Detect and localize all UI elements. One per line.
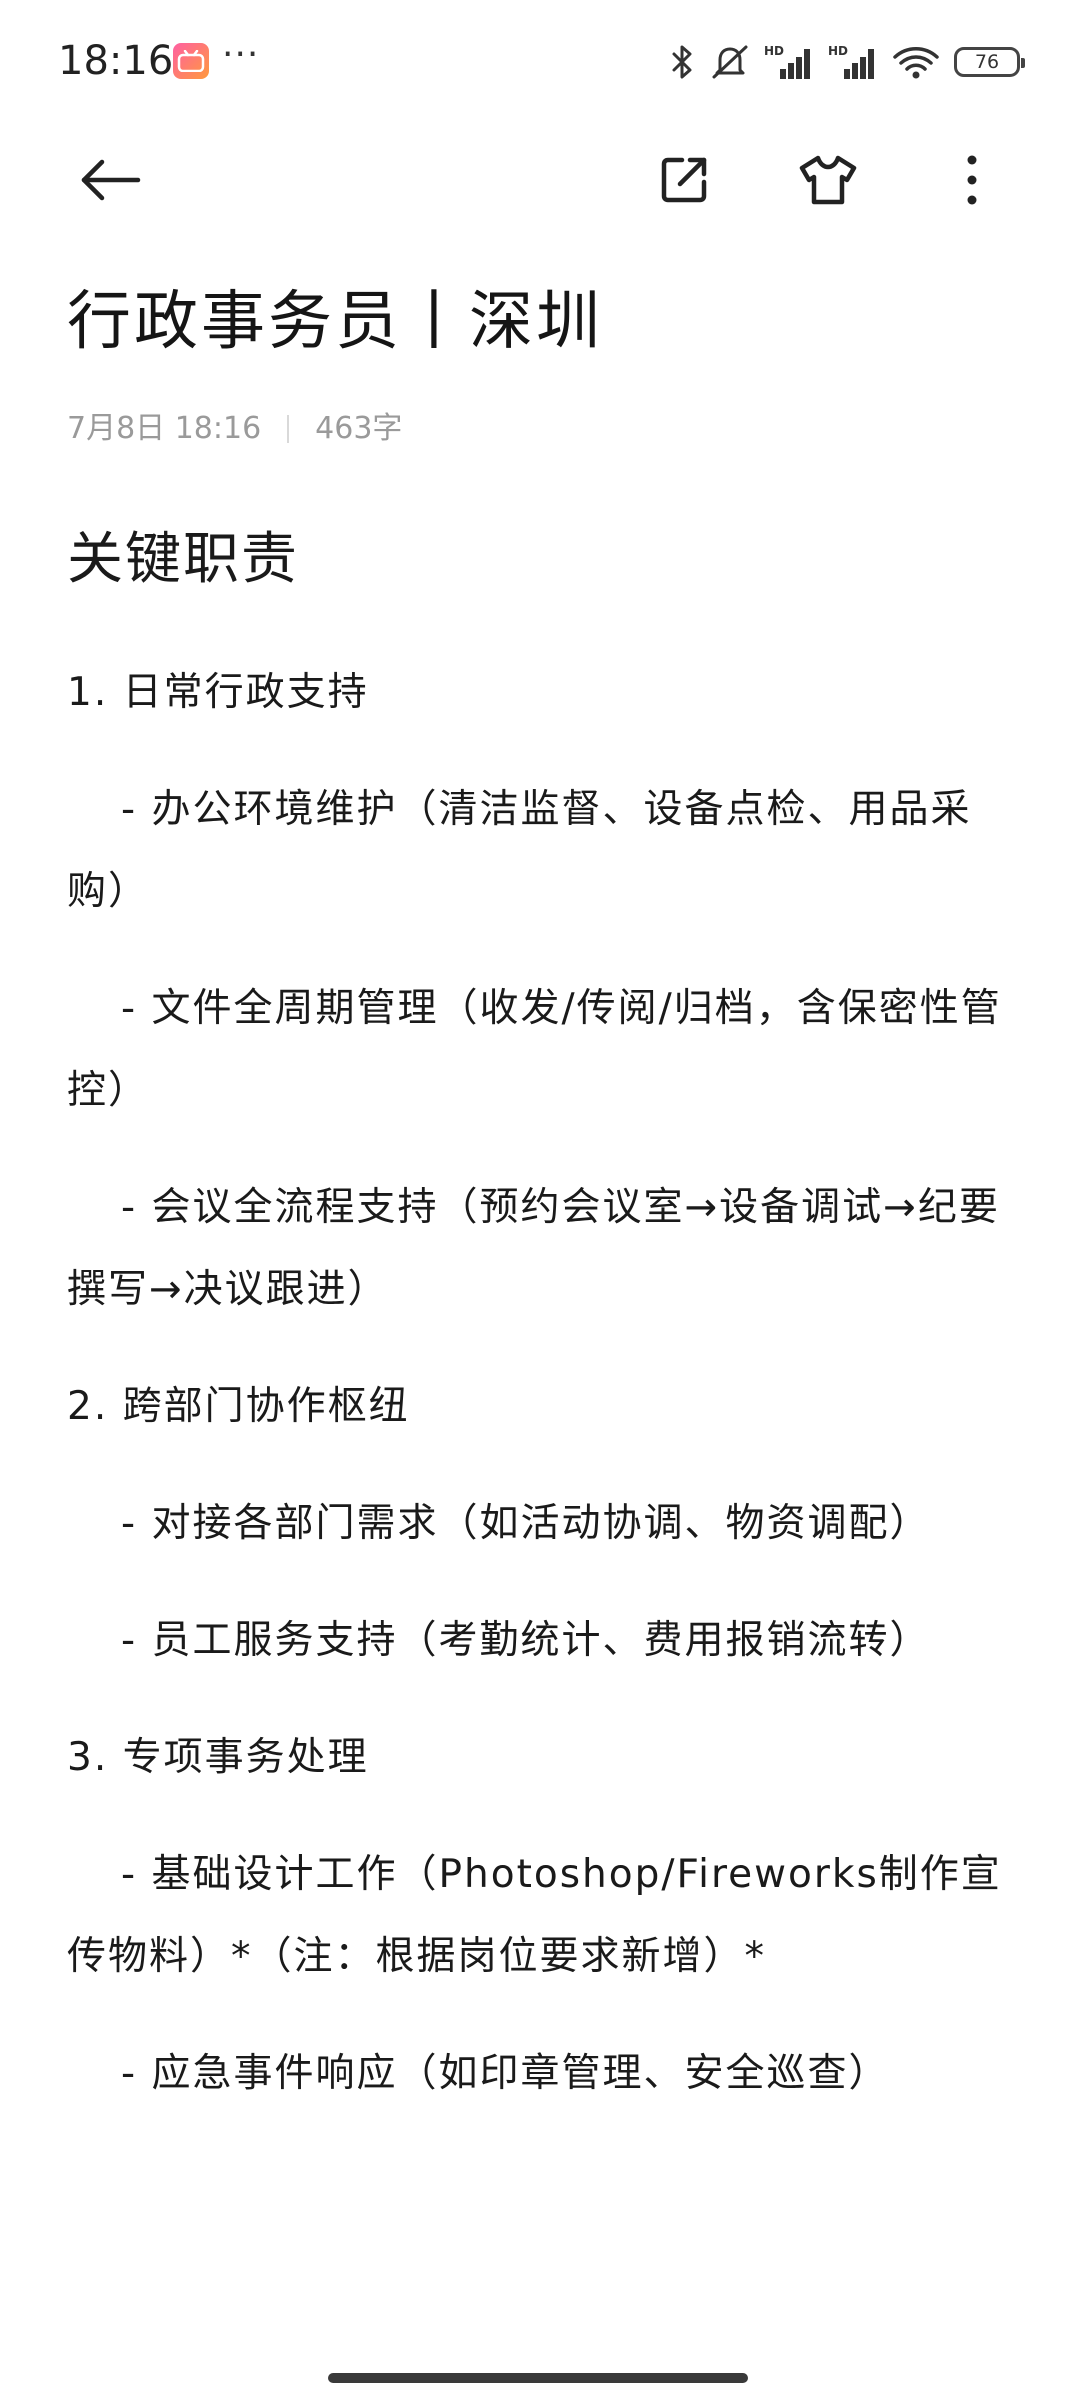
list-item: 3. 专项事务处理 [67, 1735, 369, 1780]
shirt-icon [799, 155, 857, 205]
list-item: - 应急事件响应（如印章管理、安全巡查） [121, 2051, 890, 2096]
list-item: - 办公环境维护（清洁监督、设备点检、用品采购） [67, 787, 972, 914]
arrow-left-icon [81, 159, 141, 201]
note-meta: 7月8日 18:16 463字 [67, 405, 402, 453]
bluetooth-icon [672, 45, 692, 79]
section-heading: 关键职责 [67, 527, 299, 592]
note-word-count: 463字 [315, 411, 403, 446]
back-button[interactable] [72, 142, 148, 218]
meta-divider [287, 415, 290, 443]
more-vertical-icon [967, 155, 977, 205]
list-item: - 会议全流程支持（预约会议室→设备调试→纪要撰写→决议跟进） [67, 1185, 1000, 1312]
signal-hd-2-icon: HD [828, 44, 874, 79]
battery-icon: 76 [954, 47, 1025, 77]
list-item: - 基础设计工作（Photoshop/Fireworks制作宣传物料）*（注：根… [67, 1852, 1002, 1979]
list-item: - 对接各部门需求（如活动协调、物资调配） [121, 1501, 931, 1546]
wifi-icon [893, 47, 939, 79]
list-item: - 员工服务支持（考勤统计、费用报销流转） [121, 1618, 931, 1663]
list-item: - 文件全周期管理（收发/传阅/归档，含保密性管控） [67, 986, 1002, 1113]
note-body[interactable]: 关键职责 1. 日常行政支持 - 办公环境维护（清洁监督、设备点检、用品采购） … [67, 520, 1013, 2150]
tv-icon [177, 50, 205, 72]
more-menu-button[interactable] [934, 142, 1010, 218]
note-date: 7月8日 18:16 [67, 411, 262, 446]
list-item: 1. 日常行政支持 [67, 670, 369, 715]
note-title[interactable]: 行政事务员丨深圳 [67, 278, 603, 366]
status-time: 18:16 [58, 38, 174, 84]
notification-more-icon: ··· [222, 34, 260, 75]
signal-hd-1-icon: HD [764, 44, 810, 79]
toolbar [0, 130, 1080, 230]
status-bar: 18:16 ··· HD HD 76 [0, 0, 1080, 124]
battery-level: 76 [974, 51, 1000, 73]
mute-icon [712, 45, 748, 79]
list-item: 2. 跨部门协作枢纽 [67, 1384, 410, 1429]
theme-button[interactable] [790, 142, 866, 218]
share-button[interactable] [646, 142, 722, 218]
share-icon [661, 157, 707, 203]
svg-text:HD: HD [764, 44, 784, 58]
bilibili-app-icon [173, 43, 209, 79]
status-icons: HD HD 76 [670, 38, 1025, 86]
home-indicator[interactable] [328, 2373, 748, 2383]
svg-text:HD: HD [828, 44, 848, 58]
